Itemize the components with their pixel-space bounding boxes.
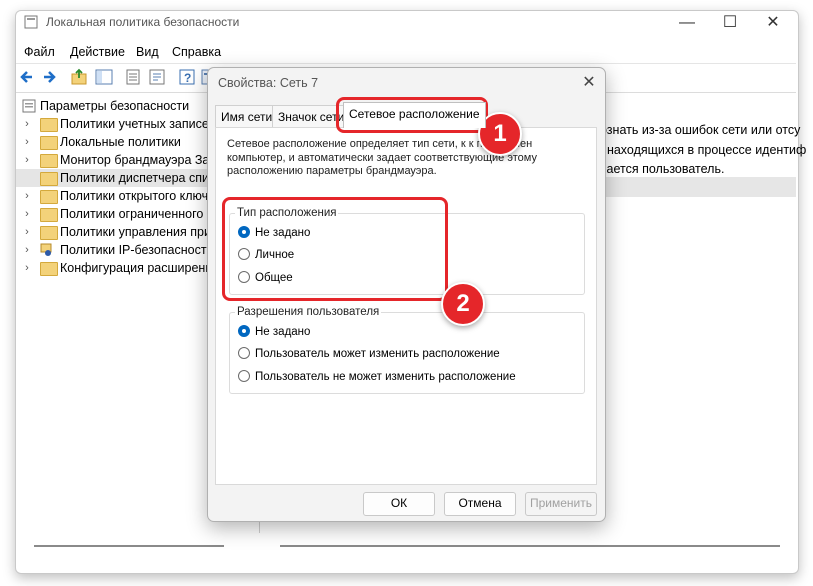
folder-icon: [40, 208, 58, 222]
folder-lock-icon: [40, 136, 58, 150]
radio-checked-icon[interactable]: [238, 325, 250, 337]
chevron-right-icon[interactable]: ›: [22, 151, 32, 169]
menu-help[interactable]: Справка: [172, 45, 221, 59]
step-badge-2: 2: [441, 282, 485, 326]
close-button[interactable]: ✕: [750, 8, 796, 38]
security-policy-app-icon: [24, 15, 38, 29]
apply-button[interactable]: Применить: [525, 492, 597, 516]
show-hide-tree-icon[interactable]: [95, 68, 113, 86]
menu-file[interactable]: Файл: [24, 45, 55, 59]
svg-text:?: ?: [184, 71, 191, 85]
folder-icon: [40, 190, 58, 204]
menu-view[interactable]: Вид: [136, 45, 159, 59]
tree-item-label: Политики учетных записей: [60, 117, 216, 131]
menu-divider: [16, 63, 796, 64]
tree-item-label: Локальные политики: [60, 135, 181, 149]
chevron-right-icon[interactable]: ›: [22, 223, 32, 241]
folder-icon: [40, 262, 58, 276]
location-description: Сетевое расположение определяет тип сети…: [227, 138, 537, 177]
radio-unchecked-icon[interactable]: [238, 370, 250, 382]
help-icon[interactable]: ?: [178, 68, 196, 86]
tree-item-label: Политики ограниченного и: [60, 207, 214, 221]
tree-horizontal-scrollbar[interactable]: [24, 539, 249, 553]
cancel-button[interactable]: Отмена: [444, 492, 516, 516]
tree-item-label: Политики управления при: [60, 225, 211, 239]
description-line-2: , находящихся в процессе идентиф: [600, 143, 807, 157]
back-arrow-icon[interactable]: [18, 68, 36, 86]
maximize-button[interactable]: ☐: [707, 8, 753, 38]
properties-icon[interactable]: [148, 68, 166, 86]
window-title: Локальная политика безопасности: [46, 15, 240, 29]
export-list-icon[interactable]: [124, 68, 142, 86]
tree-item-label: Конфигурация расширенно: [60, 261, 220, 275]
radio-label: Пользователь может изменить расположение: [255, 348, 500, 360]
folder-icon: [40, 172, 58, 186]
user-permissions-legend: Разрешения пользователя: [235, 306, 382, 318]
selected-row-highlight: [600, 177, 796, 197]
radio-unchecked-icon[interactable]: [238, 347, 250, 359]
radio-label: Не задано: [255, 326, 311, 338]
folder-icon: [40, 154, 58, 168]
dialog-close-button[interactable]: ✕: [578, 72, 600, 94]
chevron-right-icon[interactable]: ›: [22, 259, 32, 277]
tree-root-label: Параметры безопасности: [40, 99, 190, 113]
tree-item-label: Политики диспетчера спис: [60, 171, 216, 185]
radio-label: Пользователь не может изменить расположе…: [255, 371, 516, 383]
ok-button[interactable]: ОК: [363, 492, 435, 516]
forward-arrow-icon[interactable]: [40, 68, 58, 86]
folder-lock-icon: [40, 118, 58, 132]
tab-network-name[interactable]: Имя сети: [215, 105, 279, 128]
tree-item-label: Политики IP-безопасности: [60, 243, 214, 257]
dialog-title: Свойства: Сеть 7: [218, 76, 319, 90]
chevron-right-icon[interactable]: ›: [22, 187, 32, 205]
chevron-right-icon[interactable]: ›: [22, 241, 32, 259]
chevron-right-icon[interactable]: ›: [22, 205, 32, 223]
description-line-3: чается пользователь.: [600, 162, 725, 176]
folder-icon: [40, 226, 58, 240]
minimize-button[interactable]: —: [664, 8, 710, 38]
pane-horizontal-scrollbar[interactable]: [270, 539, 790, 553]
description-line-1: ознать из-за ошибок сети или отсу: [600, 123, 801, 137]
tab-network-location[interactable]: Сетевое расположение: [343, 102, 486, 128]
chevron-right-icon[interactable]: ›: [22, 115, 32, 133]
tree-item-label: Политики открытого ключа: [60, 189, 216, 203]
chevron-right-icon[interactable]: ›: [22, 133, 32, 151]
up-folder-icon[interactable]: [70, 68, 88, 86]
menu-action[interactable]: Действие: [70, 45, 125, 59]
highlight-frame-location: [222, 197, 448, 301]
tree-item-label: Монитор брандмауэра Защ: [60, 153, 220, 167]
